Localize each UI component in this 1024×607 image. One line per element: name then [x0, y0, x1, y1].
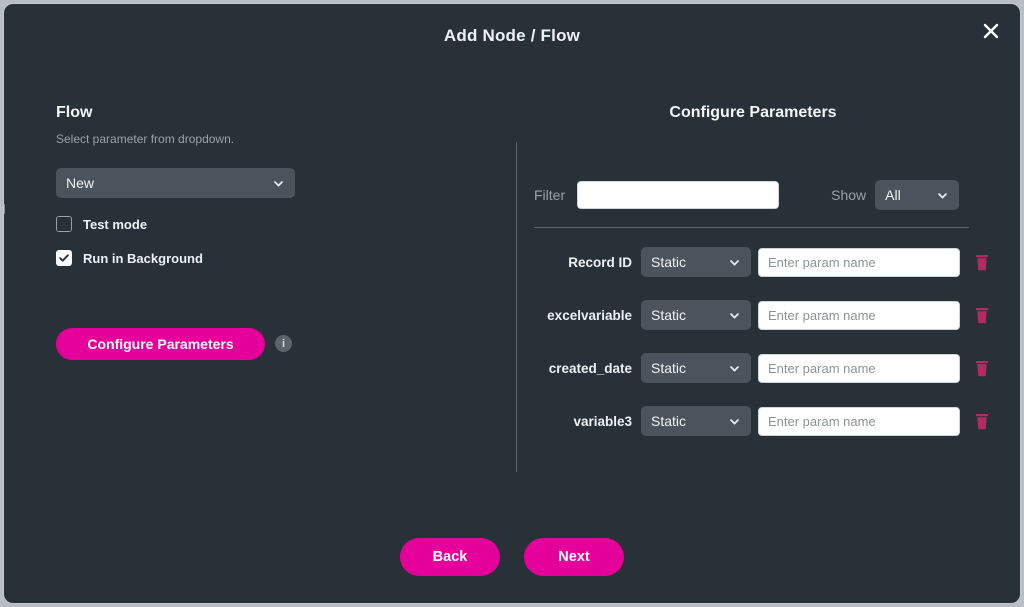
flow-select-value: New	[66, 175, 95, 191]
trash-icon[interactable]	[974, 306, 990, 324]
show-label: Show	[831, 187, 867, 203]
param-mode-select[interactable]: Static	[641, 247, 751, 277]
trash-icon[interactable]	[974, 359, 990, 377]
filter-divider	[534, 227, 969, 228]
param-mode-select[interactable]: Static	[641, 406, 751, 436]
filter-input[interactable]	[577, 181, 780, 209]
param-mode-value: Static	[651, 360, 687, 376]
add-node-flow-dialog: Add Node / Flow Flow Select parameter fr…	[3, 3, 1021, 604]
close-icon[interactable]	[976, 16, 1006, 46]
info-icon[interactable]: i	[275, 335, 292, 352]
param-name-input[interactable]	[758, 353, 960, 383]
chevron-down-icon	[728, 256, 741, 269]
filter-label: Filter	[534, 187, 566, 203]
test-mode-checkbox[interactable]	[56, 216, 72, 232]
chevron-down-icon	[728, 415, 741, 428]
param-name-label: excelvariable	[547, 307, 632, 323]
table-row: created_date Static	[534, 353, 988, 383]
param-mode-select[interactable]: Static	[641, 300, 751, 330]
run-in-background-checkbox-row[interactable]: Run in Background	[56, 250, 476, 266]
configure-parameters-title: Configure Parameters	[669, 104, 837, 121]
configure-parameters-button[interactable]: Configure Parameters	[56, 328, 265, 360]
chevron-down-icon	[936, 189, 949, 202]
window-edge-marker	[4, 204, 5, 214]
param-name-label: variable3	[573, 413, 632, 429]
chevron-down-icon	[272, 177, 285, 190]
flow-panel: Flow Select parameter from dropdown. New…	[56, 104, 476, 360]
table-row: Record ID Static	[534, 247, 988, 277]
dialog-title: Add Node / Flow	[443, 26, 581, 45]
test-mode-checkbox-row[interactable]: Test mode	[56, 216, 476, 232]
param-name-label: Record ID	[568, 254, 632, 270]
param-mode-value: Static	[651, 254, 687, 270]
table-row: excelvariable Static	[534, 300, 988, 330]
run-in-background-checkbox[interactable]	[56, 250, 72, 266]
param-name-label: created_date	[548, 360, 632, 376]
next-button[interactable]: Next	[524, 538, 624, 576]
param-name-input[interactable]	[758, 406, 960, 436]
filter-row: Filter Show All	[534, 180, 969, 210]
check-icon	[59, 254, 69, 262]
back-button[interactable]: Back	[400, 538, 500, 576]
table-row: variable3 Static	[534, 406, 988, 436]
param-mode-select[interactable]: Static	[641, 353, 751, 383]
param-mode-value: Static	[651, 413, 687, 429]
trash-icon[interactable]	[974, 412, 990, 430]
trash-icon[interactable]	[974, 253, 990, 271]
chevron-down-icon	[728, 309, 741, 322]
flow-select[interactable]: New	[56, 168, 295, 198]
configure-parameters-panel: Configure Parameters Filter Show All Rec…	[516, 104, 990, 436]
param-name-input[interactable]	[758, 300, 960, 330]
parameter-list: Record ID Static Enter param name excelv…	[534, 247, 988, 459]
show-select-value: All	[885, 187, 901, 203]
flow-panel-title: Flow	[56, 104, 93, 121]
run-in-background-label: Run in Background	[83, 250, 203, 266]
dialog-footer: Back Next	[4, 538, 1020, 576]
param-mode-value: Static	[651, 307, 687, 323]
chevron-down-icon	[728, 362, 741, 375]
panel-divider	[516, 142, 517, 472]
show-select[interactable]: All	[875, 180, 960, 210]
flow-panel-subtitle: Select parameter from dropdown.	[56, 132, 235, 146]
param-name-input[interactable]	[758, 247, 960, 277]
test-mode-label: Test mode	[83, 216, 148, 232]
